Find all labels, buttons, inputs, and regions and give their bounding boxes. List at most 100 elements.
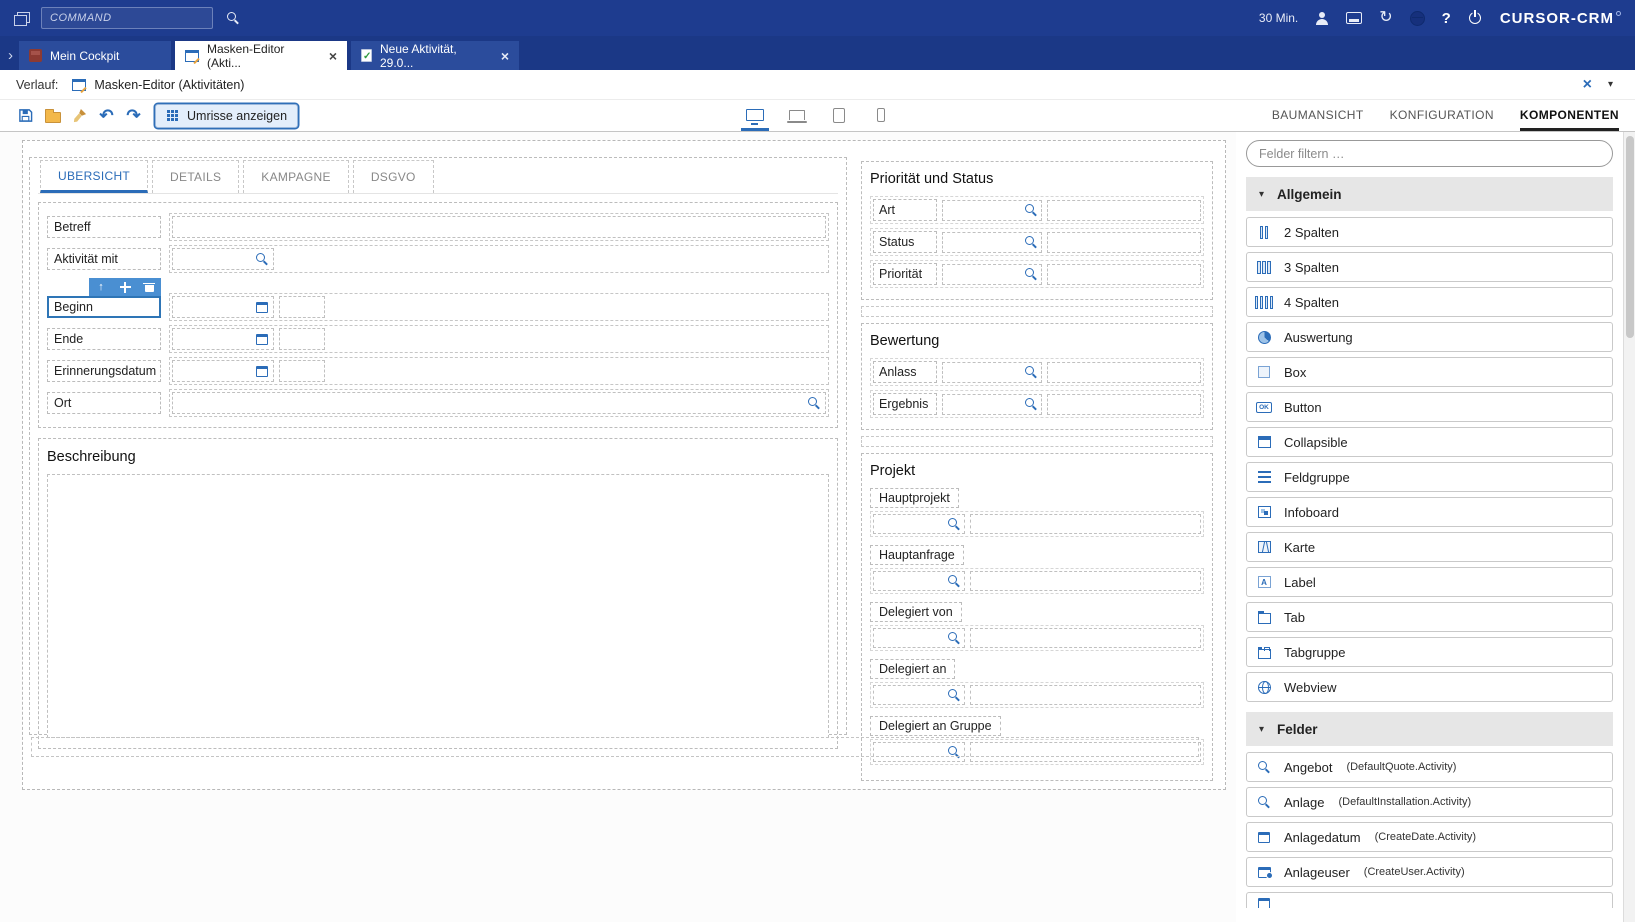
view-konfiguration[interactable]: KONFIGURATION (1390, 100, 1494, 131)
tab-scroll-chevron-icon[interactable]: › (8, 48, 13, 63)
field-item-angebot[interactable]: Angebot (DefaultQuote.Activity) (1246, 752, 1613, 782)
delegiert-von-field[interactable] (970, 628, 1201, 648)
group-title[interactable]: Bewertung (870, 333, 1204, 349)
close-icon[interactable]: × (501, 49, 509, 63)
betreff-input[interactable] (172, 216, 826, 238)
aktivitaet-mit-lookup[interactable] (172, 248, 274, 270)
ergebnis-field[interactable] (1047, 394, 1201, 415)
section-felder[interactable]: ▾ Felder (1246, 712, 1613, 746)
prioritaet-label[interactable]: Priorität (873, 263, 937, 285)
redo-button[interactable]: ↷ (120, 103, 147, 128)
status-lookup[interactable] (942, 232, 1042, 253)
component-infoboard[interactable]: Infoboard (1246, 497, 1613, 527)
delegiert-an-field[interactable] (970, 685, 1201, 705)
logout-icon[interactable] (1468, 11, 1483, 26)
laptop-preview-button[interactable] (783, 101, 811, 131)
beginn-label-selected[interactable]: Beginn (47, 296, 161, 318)
tab-masken-editor[interactable]: Masken-Editor (Akti... × (175, 41, 347, 70)
tablet-preview-button[interactable] (825, 101, 853, 131)
scrollbar-thumb[interactable] (1626, 136, 1634, 338)
sidebar-scrollbar[interactable] (1623, 132, 1635, 922)
ort-label[interactable]: Ort (47, 392, 161, 414)
ergebnis-lookup[interactable] (942, 394, 1042, 415)
form-tab-dsgvo[interactable]: DSGVO (353, 160, 434, 193)
component-auswertung[interactable]: Auswertung (1246, 322, 1613, 352)
ende-date-input[interactable] (172, 328, 274, 350)
form-tab-details[interactable]: DETAILS (152, 160, 239, 193)
delegiert-von-label[interactable]: Delegiert von (870, 602, 962, 622)
close-icon[interactable]: × (329, 49, 337, 63)
component-2-spalten[interactable]: 2 Spalten (1246, 217, 1613, 247)
form-tab-uebersicht[interactable]: UBERSICHT (40, 160, 148, 193)
hauptprojekt-field[interactable] (970, 514, 1201, 534)
prioritaet-field[interactable] (1047, 264, 1201, 285)
component-label[interactable]: A Label (1246, 567, 1613, 597)
aktivitaet-mit-label[interactable]: Aktivität mit (47, 248, 161, 270)
component-feldgruppe[interactable]: Feldgruppe (1246, 462, 1613, 492)
hauptprojekt-label[interactable]: Hauptprojekt (870, 488, 959, 508)
inbox-icon[interactable] (1346, 12, 1362, 24)
art-label[interactable]: Art (873, 199, 937, 221)
globe-icon[interactable] (1410, 11, 1425, 26)
refresh-icon[interactable]: ↻ (1379, 10, 1392, 26)
anlass-field[interactable] (1047, 362, 1201, 383)
user-icon[interactable] (1315, 12, 1329, 25)
delegiert-an-label[interactable]: Delegiert an (870, 659, 955, 679)
form-tab-kampagne[interactable]: KAMPAGNE (243, 160, 349, 193)
anlass-label[interactable]: Anlass (873, 361, 937, 383)
drop-zone[interactable] (861, 436, 1213, 447)
help-icon[interactable]: ? (1442, 10, 1451, 27)
undo-button[interactable]: ↶ (93, 103, 120, 128)
art-lookup[interactable] (942, 200, 1042, 221)
field-item-anlagedatum[interactable]: Anlagedatum (CreateDate.Activity) (1246, 822, 1613, 852)
component-collapsible[interactable]: Collapsible (1246, 427, 1613, 457)
betreff-label[interactable]: Betreff (47, 216, 161, 238)
chevron-down-icon[interactable]: ▾ (1608, 79, 1613, 90)
move-button[interactable] (113, 278, 137, 296)
beginn-time-input[interactable] (279, 296, 325, 318)
clean-button[interactable] (66, 103, 93, 128)
search-button[interactable] (227, 12, 239, 24)
delegiert-an-lookup[interactable] (873, 685, 965, 705)
drop-zone-bottom[interactable] (31, 737, 1199, 757)
component-tabgruppe[interactable]: Tabgruppe (1246, 637, 1613, 667)
status-label[interactable]: Status (873, 231, 937, 253)
prioritaet-lookup[interactable] (942, 264, 1042, 285)
tab-mein-cockpit[interactable]: Mein Cockpit (19, 41, 171, 70)
beschreibung-textarea[interactable] (47, 474, 829, 738)
component-4-spalten[interactable]: 4 Spalten (1246, 287, 1613, 317)
hauptanfrage-label[interactable]: Hauptanfrage (870, 545, 964, 565)
component-karte[interactable]: Karte (1246, 532, 1613, 562)
tab-neue-aktivitaet[interactable]: ✓ Neue Aktivität, 29.0... × (351, 41, 519, 70)
erinnerungsdatum-label[interactable]: Erinnerungsdatum (47, 360, 161, 382)
erinnerungsdatum-time-input[interactable] (279, 360, 325, 382)
art-field[interactable] (1047, 200, 1201, 221)
status-field[interactable] (1047, 232, 1201, 253)
component-box[interactable]: Box (1246, 357, 1613, 387)
field-item-partial[interactable] (1246, 892, 1613, 908)
ort-lookup[interactable] (172, 392, 826, 414)
hauptanfrage-field[interactable] (970, 571, 1201, 591)
group-title[interactable]: Projekt (870, 463, 1204, 479)
erinnerungsdatum-date-input[interactable] (172, 360, 274, 382)
command-input[interactable] (41, 7, 213, 29)
field-item-anlageuser[interactable]: Anlageuser (CreateUser.Activity) (1246, 857, 1613, 887)
phone-preview-button[interactable] (867, 101, 895, 131)
delegiert-von-lookup[interactable] (873, 628, 965, 648)
move-up-button[interactable]: ↑ (89, 278, 113, 296)
desktop-preview-button[interactable] (741, 101, 769, 131)
view-baumansicht[interactable]: BAUMANSICHT (1272, 100, 1364, 131)
group-title[interactable]: Priorität und Status (870, 171, 1204, 187)
open-button[interactable] (39, 103, 66, 128)
component-button[interactable]: OK Button (1246, 392, 1613, 422)
component-webview[interactable]: Webview (1246, 672, 1613, 702)
beginn-date-input[interactable] (172, 296, 274, 318)
drop-zone[interactable] (861, 306, 1213, 317)
field-item-anlage[interactable]: Anlage (DefaultInstallation.Activity) (1246, 787, 1613, 817)
show-outlines-toggle[interactable]: Umrisse anzeigen (155, 104, 298, 128)
delegiert-an-gruppe-label[interactable]: Delegiert an Gruppe (870, 716, 1001, 736)
component-tab[interactable]: Tab (1246, 602, 1613, 632)
section-allgemein[interactable]: ▾ Allgemein (1246, 177, 1613, 211)
component-3-spalten[interactable]: 3 Spalten (1246, 252, 1613, 282)
component-filter-input[interactable] (1246, 140, 1613, 167)
